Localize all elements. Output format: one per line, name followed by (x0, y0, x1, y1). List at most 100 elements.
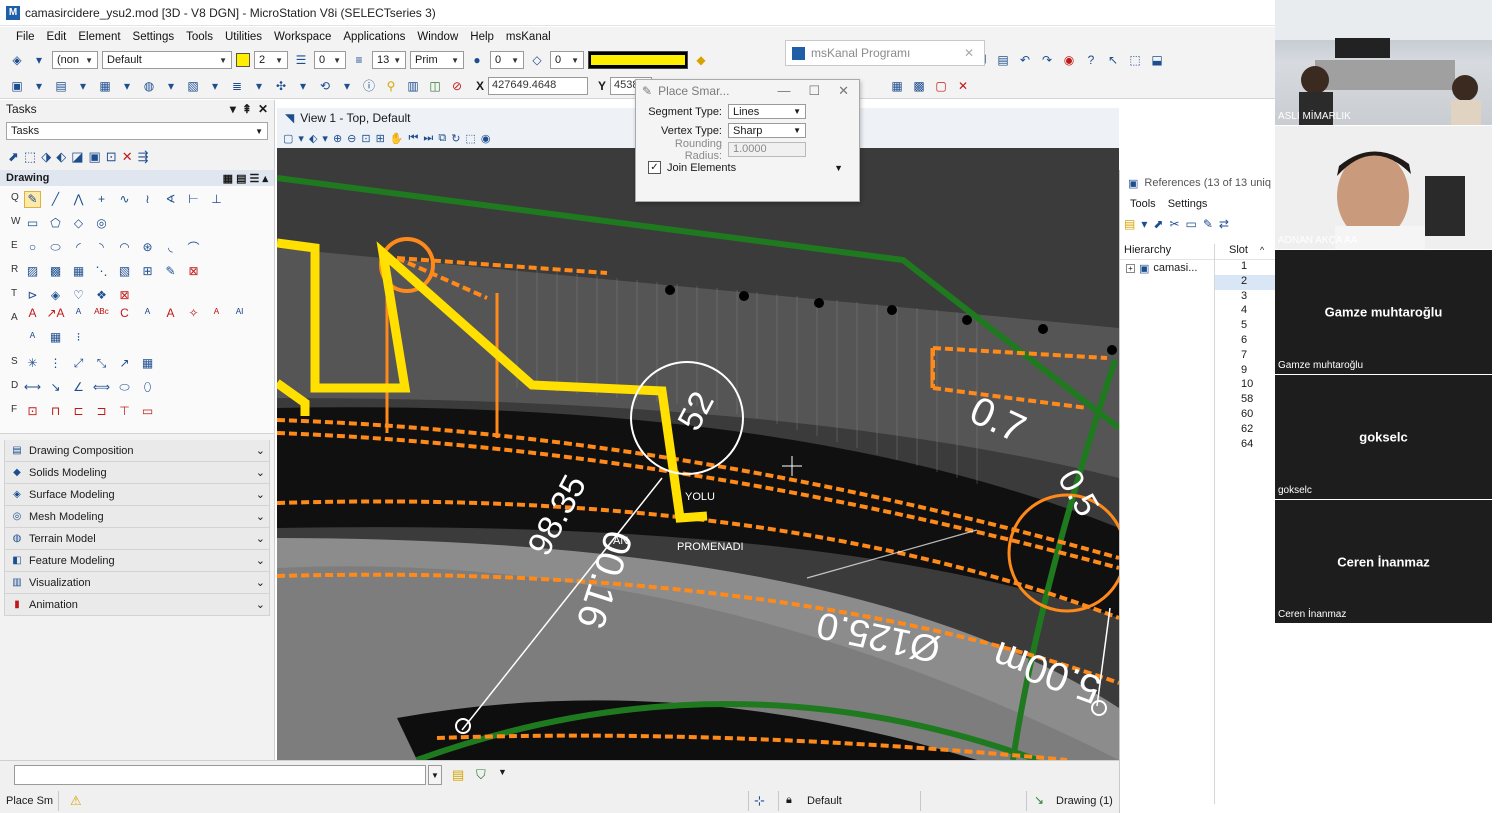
menu-settings[interactable]: Settings (133, 31, 175, 43)
text-match-icon[interactable]: ᴬ (208, 305, 225, 322)
move-reference-icon[interactable]: ⇄ (1219, 217, 1229, 231)
active-level-combo[interactable]: (non ▼ (52, 51, 98, 69)
define-cell-icon[interactable]: ♡ (70, 287, 87, 304)
show-pattern-icon[interactable]: ▧ (116, 263, 133, 280)
warning-icon[interactable]: ⚠ (70, 793, 82, 809)
expand-arrow-icon[interactable]: ▼ (834, 163, 859, 173)
clip-volume-icon[interactable]: ⬚ (465, 132, 475, 145)
place-arc-icon[interactable]: ◜ (70, 239, 87, 256)
place-half-ellipse-icon[interactable]: ◝ (93, 239, 110, 256)
place-stream-icon[interactable]: ∿ (116, 191, 133, 208)
references-menu-settings[interactable]: Settings (1168, 198, 1208, 210)
redo-icon[interactable]: ↷ (1038, 51, 1056, 69)
new-file-icon[interactable]: ▣ (8, 77, 26, 95)
dimension-linear-icon[interactable]: ⋮ (47, 355, 64, 372)
rounding-radius-field[interactable]: 1.0000 (728, 142, 806, 157)
dropdown-arrow-icon[interactable]: ▾ (162, 77, 180, 95)
minimize-icon[interactable]: — (777, 83, 790, 99)
cad-viewport[interactable]: 52 98.35 0.7 00.16 Ø125.0 5.00m 0.5 YOLU… (277, 148, 1119, 760)
dropdown-arrow-icon[interactable]: ▾ (74, 77, 92, 95)
view-mode-icon[interactable]: ▦ ▤ ☰ ▴ (223, 172, 268, 185)
drop-cell-icon[interactable]: ⊠ (116, 287, 133, 304)
fence-tool-icon[interactable]: ⬚ (24, 149, 36, 165)
dimension-location-icon[interactable]: ⟺ (93, 379, 110, 396)
reference-icon[interactable]: ▥ (404, 77, 422, 95)
slot-row[interactable]: 10 (1215, 378, 1276, 393)
dropdown-arrow-icon[interactable]: ▾ (322, 132, 328, 145)
dimension-auto-icon[interactable]: ⬯ (139, 379, 156, 396)
modify-arc-radius-icon[interactable]: ⊛ (139, 239, 156, 256)
dropdown-arrow-icon[interactable]: ▾ (294, 77, 312, 95)
construct-angle-icon[interactable]: ∢ (162, 191, 179, 208)
place-circle-icon[interactable]: ○ (24, 239, 41, 256)
pin-icon[interactable]: ▾ (230, 102, 236, 116)
view-previous-icon[interactable]: ⏮ (409, 132, 419, 145)
place-point-icon[interactable]: + (93, 191, 110, 208)
sheet-boundary-icon[interactable]: ▭ (139, 403, 156, 420)
dropdown-arrow-icon[interactable]: ▾ (1141, 217, 1147, 231)
dropdown-arrow-icon[interactable]: ▾ (298, 132, 304, 145)
category-mesh-modeling[interactable]: ◎ Mesh Modeling ⌄ (4, 506, 270, 528)
camera-icon[interactable]: ◉ (481, 132, 491, 145)
title-text-icon[interactable]: ⊤ (116, 403, 133, 420)
menu-workspace[interactable]: Workspace (274, 31, 331, 43)
hilite-icon[interactable]: ⬈ (1153, 217, 1163, 231)
text-display-icon[interactable]: ᴬᴵ (231, 305, 248, 322)
attach-reference-icon[interactable]: ▤ (1124, 217, 1135, 231)
place-regular-polygon-icon[interactable]: ◎ (93, 215, 110, 232)
tool-settings-icon[interactable]: ✎ (1203, 217, 1213, 231)
mskanal-window[interactable]: msKanal Programı ✕ (785, 40, 985, 66)
slot-row[interactable]: 60 (1215, 408, 1276, 423)
reload-icon[interactable]: ▭ (1186, 217, 1197, 231)
pattern-area-icon[interactable]: ▦ (70, 263, 87, 280)
calculator-icon[interactable]: ▩ (910, 77, 928, 95)
delete-tool-icon[interactable]: ✕ (122, 149, 133, 165)
snap-icon[interactable]: ✣ (272, 77, 290, 95)
match-pattern-icon[interactable]: ⊞ (139, 263, 156, 280)
menu-mskanal[interactable]: msKanal (506, 31, 551, 43)
menu-edit[interactable]: Edit (47, 31, 67, 43)
copy-view-icon[interactable]: ⧉ (438, 132, 446, 145)
line-weight-combo[interactable]: 13 ▼ (372, 51, 406, 69)
view-attributes-icon[interactable]: ▢ (283, 132, 293, 145)
close-icon[interactable]: ✕ (964, 46, 984, 60)
references-menu-tools[interactable]: Tools (1130, 198, 1156, 210)
open-file-icon[interactable]: ▤ (52, 77, 70, 95)
category-solids-modeling[interactable]: ◆ Solids Modeling ⌄ (4, 462, 270, 484)
modify-tool-icon[interactable]: ⬗ (41, 149, 51, 165)
dimension-angle-icon[interactable]: ⤢ (70, 355, 87, 372)
fit-view-icon[interactable]: ⊞ (376, 132, 385, 145)
transparency-combo[interactable]: 0 ▼ (490, 51, 524, 69)
display-style-icon[interactable]: ⬖ (309, 132, 317, 145)
dimension-radius-icon[interactable]: ↘ (47, 379, 64, 396)
levels-tool-icon[interactable]: ⇶ (138, 149, 149, 165)
menu-element[interactable]: Element (78, 31, 120, 43)
dimension-table-icon[interactable]: ▦ (139, 355, 156, 372)
category-surface-modeling[interactable]: ◈ Surface Modeling ⌄ (4, 484, 270, 506)
element-class-combo[interactable]: Prim ▼ (410, 51, 464, 69)
dimension-element-icon[interactable]: ✳ (24, 355, 41, 372)
globe-icon[interactable]: ◍ (140, 77, 158, 95)
view-attributes-icon[interactable]: ▦ (888, 77, 906, 95)
change-tool-icon[interactable]: ◪ (71, 149, 83, 165)
expand-icon[interactable]: + (1126, 263, 1135, 273)
priority-combo[interactable]: 0 ▼ (550, 51, 584, 69)
hierarchy-node[interactable]: + ▣ camasi... (1120, 260, 1214, 276)
participant-tile[interactable]: Gamze muhtaroğlu Gamze muhtaroğlu (1275, 250, 1492, 374)
place-shape-icon[interactable]: ⬠ (47, 215, 64, 232)
category-feature-modeling[interactable]: ◧ Feature Modeling ⌄ (4, 550, 270, 572)
level-manager-icon[interactable]: ≣ (228, 77, 246, 95)
fence-icon[interactable]: ⬚ (1126, 51, 1144, 69)
place-ellipse-icon[interactable]: ⬭ (47, 239, 64, 256)
place-orthogonal-icon[interactable]: ◇ (70, 215, 87, 232)
place-active-cell-icon[interactable]: ⊳ (24, 287, 41, 304)
slot-row[interactable]: 58 (1215, 393, 1276, 408)
info-icon[interactable]: ⓘ (360, 77, 378, 95)
menu-window[interactable]: Window (417, 31, 458, 43)
category-animation[interactable]: ▮ Animation ⌄ (4, 594, 270, 616)
element-template-combo[interactable]: Default ▼ (102, 51, 232, 69)
dropdown-arrow-icon[interactable]: ▼ (498, 767, 507, 777)
place-text-along-icon[interactable]: ↗A (46, 305, 64, 322)
slot-row[interactable]: 62 (1215, 423, 1276, 438)
text-copy-icon[interactable]: C (116, 305, 133, 322)
